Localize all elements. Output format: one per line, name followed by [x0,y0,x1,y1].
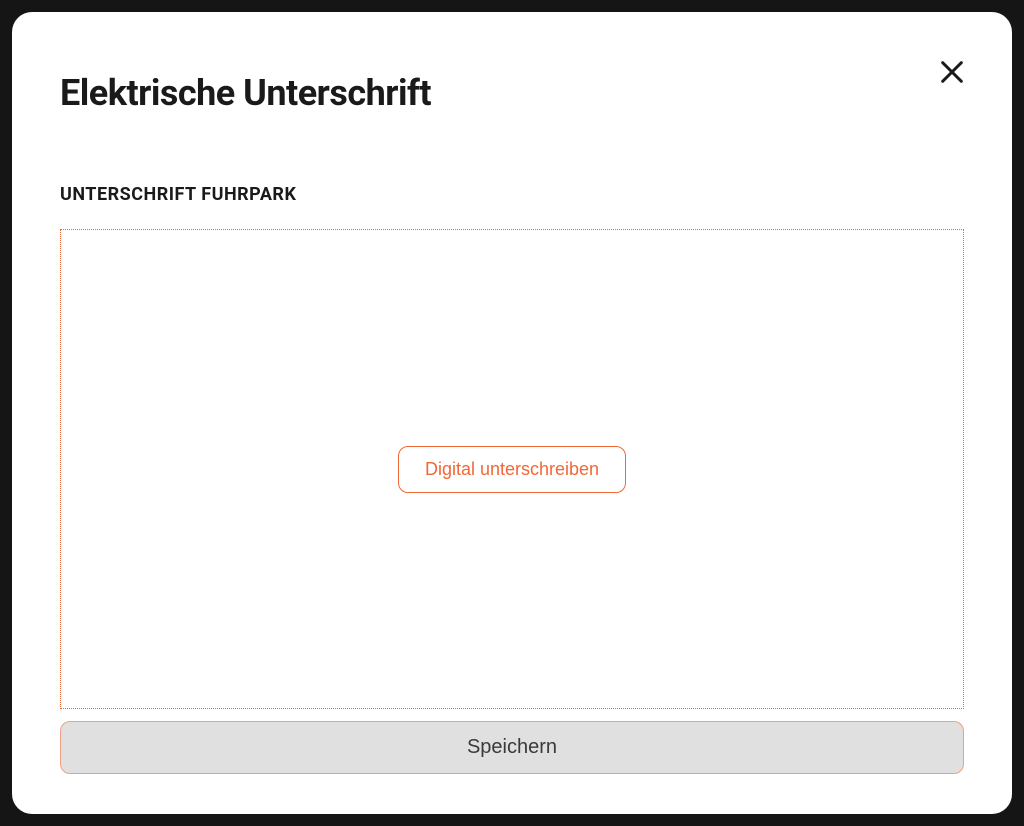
digital-sign-button[interactable]: Digital unterschreiben [398,446,626,493]
close-icon [938,58,966,86]
modal-title: Elektrische Unterschrift [60,72,964,114]
save-button[interactable]: Speichern [60,721,964,774]
close-button[interactable] [930,50,974,94]
signature-section-label: UNTERSCHRIFT FUHRPARK [60,184,964,205]
modal-overlay: Elektrische Unterschrift UNTERSCHRIFT FU… [0,0,1024,826]
signature-pad-area[interactable]: Digital unterschreiben [60,229,964,709]
signature-modal: Elektrische Unterschrift UNTERSCHRIFT FU… [12,12,1012,814]
